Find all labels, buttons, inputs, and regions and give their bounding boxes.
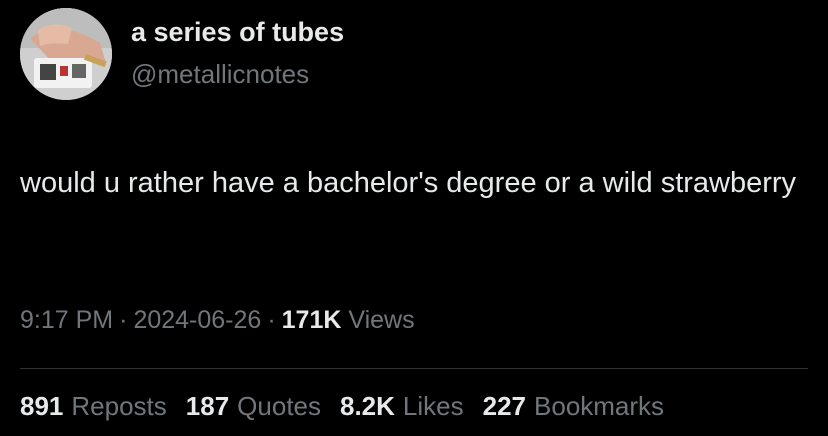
bookmarks-label: Bookmarks [534,391,665,421]
views-count[interactable]: 171K [282,306,342,334]
quotes-count: 187 [185,391,230,421]
tweet-text: would u rather have a bachelor's degree … [20,167,797,199]
likes-count: 8.2K [340,391,395,421]
tweet-date[interactable]: 2024-06-26 [133,306,261,334]
author-handle[interactable]: @metallicnotes [131,59,309,90]
quotes-stat[interactable]: 187 Quotes [186,391,321,422]
reposts-count: 891 [20,391,64,421]
tweet-meta: 9:17 PM · 2024-06-26 · 171K Views [20,306,415,335]
views-label: Views [348,306,415,334]
divider [20,368,808,369]
avatar-image [20,8,112,100]
bookmarks-count: 227 [482,391,527,421]
engagement-stats: 891 Reposts 187 Quotes 8.2K Likes 227 Bookma… [20,391,664,422]
reposts-stat[interactable]: 891 Reposts [20,391,167,422]
quotes-label: Quotes [237,391,321,421]
author-display-name[interactable]: a series of tubes [131,17,344,48]
bookmarks-stat[interactable]: 227 Bookmarks [483,391,664,422]
meta-separator: · [119,306,128,334]
avatar[interactable] [20,8,112,100]
reposts-label: Reposts [71,391,167,421]
likes-label: Likes [402,391,464,421]
likes-stat[interactable]: 8.2K Likes [340,391,464,422]
meta-separator: · [267,306,276,334]
tweet-time[interactable]: 9:17 PM [20,306,113,334]
tweet-card: a series of tubes @metallicnotes would u… [0,0,828,436]
